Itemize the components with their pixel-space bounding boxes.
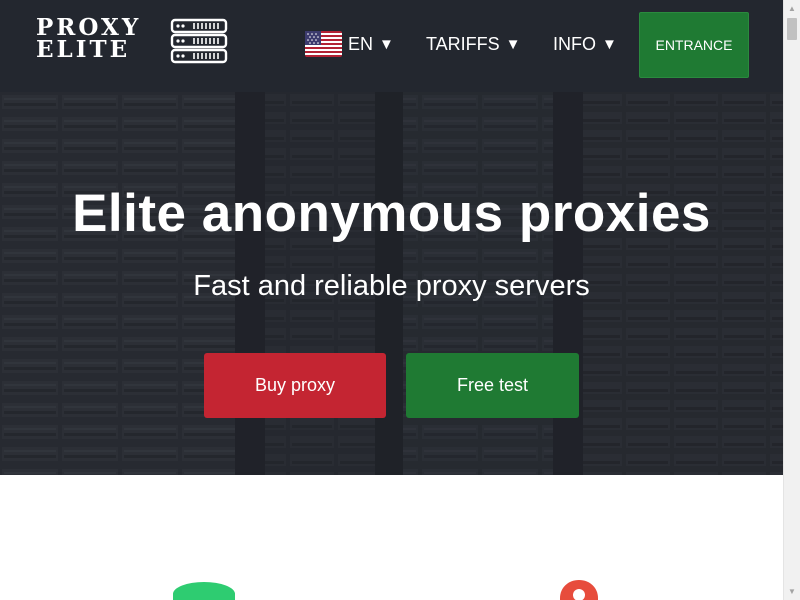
nav-tariffs-label: TARIFFS xyxy=(426,33,500,54)
language-selector[interactable]: EN ▼ xyxy=(305,31,394,57)
chevron-down-icon: ▼ xyxy=(505,35,521,53)
logo-line-2: ELITE xyxy=(36,36,131,63)
nav-info[interactable]: INFO ▼ xyxy=(553,32,617,56)
nav-tariffs[interactable]: TARIFFS ▼ xyxy=(426,32,521,56)
database-icon xyxy=(173,582,235,600)
scroll-down-icon[interactable]: ▼ xyxy=(784,583,800,600)
us-flag-icon xyxy=(305,31,342,57)
map-pin-icon xyxy=(560,580,598,600)
scroll-up-icon[interactable]: ▲ xyxy=(784,0,800,17)
logo-text: PROXY ELITE xyxy=(36,16,164,63)
page: PROXY ELITE EN ▼ TARIFFS ▼ INFO ▼ ENTRAN… xyxy=(0,0,783,600)
page-scrollbar[interactable]: ▲ ▼ xyxy=(783,0,800,600)
scrollbar-thumb[interactable] xyxy=(787,18,797,40)
site-header: PROXY ELITE EN ▼ TARIFFS ▼ INFO ▼ ENTRAN… xyxy=(0,0,783,92)
buy-proxy-button[interactable]: Buy proxy xyxy=(204,353,386,418)
hero-section: Elite anonymous proxies Fast and reliabl… xyxy=(0,92,783,475)
chevron-down-icon: ▼ xyxy=(379,35,394,53)
free-test-button[interactable]: Free test xyxy=(406,353,579,418)
language-label: EN xyxy=(348,33,374,54)
hero-title: Elite anonymous proxies xyxy=(72,184,711,243)
chevron-down-icon: ▼ xyxy=(602,35,617,53)
server-rack-icon xyxy=(170,18,228,64)
hero-subtitle: Fast and reliable proxy servers xyxy=(193,270,590,302)
entrance-button[interactable]: ENTRANCE xyxy=(639,12,749,78)
logo[interactable]: PROXY ELITE xyxy=(36,16,228,65)
nav-info-label: INFO xyxy=(553,33,596,54)
